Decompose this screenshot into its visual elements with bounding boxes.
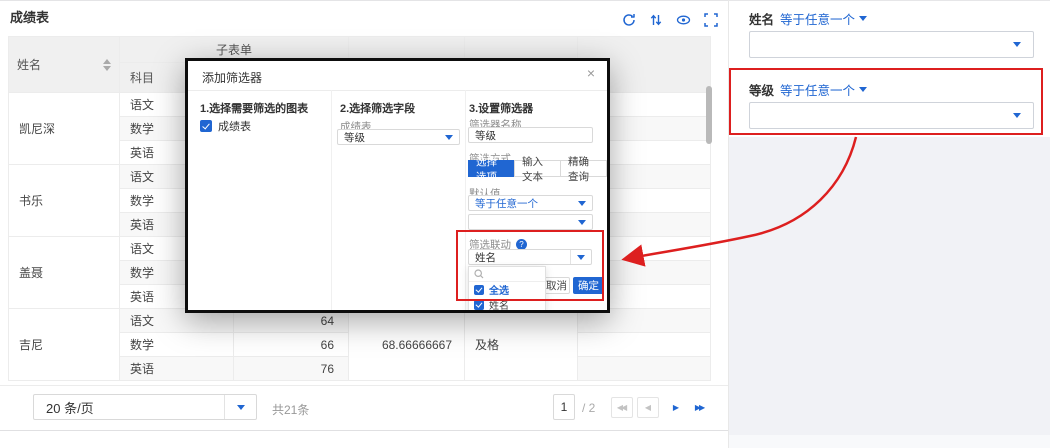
page-title: 成绩表 xyxy=(10,7,49,26)
chevron-down-icon xyxy=(570,250,591,264)
student-name-cell: 盖聂 xyxy=(9,237,120,309)
name-filter-header: 姓名 等于任意一个 xyxy=(749,9,867,28)
chevron-down-icon xyxy=(859,87,867,92)
chevron-down-icon xyxy=(578,201,586,206)
step2-title: 2.选择筛选字段 xyxy=(340,100,415,116)
table-scrollbar[interactable] xyxy=(706,86,712,144)
next-page-button[interactable]: ▶ xyxy=(665,397,687,418)
default-operator-select[interactable]: 等于任意一个 xyxy=(468,195,593,211)
sort-toggle-icon[interactable] xyxy=(103,59,111,71)
confirm-button[interactable]: 确定 xyxy=(573,277,604,294)
grade-filter-label: 等级 xyxy=(749,80,774,99)
modal-title: 添加筛选器 xyxy=(202,69,262,86)
fullscreen-icon[interactable] xyxy=(704,13,718,27)
checkbox-checked-icon[interactable] xyxy=(474,300,484,310)
sort-icon[interactable] xyxy=(649,13,663,27)
filter-panel: 姓名 等于任意一个 等级 等于任意一个 xyxy=(728,0,1050,448)
student-name-cell: 书乐 xyxy=(9,165,120,237)
last-page-button[interactable]: ▶▶ xyxy=(689,397,711,418)
page: 成绩表 姓名 子表单 平均分 xyxy=(0,0,1050,448)
chevron-down-icon xyxy=(1013,42,1021,47)
tab-select-options[interactable]: 选择选项 xyxy=(468,160,515,177)
add-filter-modal: 添加筛选器 × 1.选择需要筛选的图表 成绩表 2.选择筛选字段 成绩表 等级 … xyxy=(185,58,610,313)
grade-filter-select[interactable] xyxy=(749,102,1034,129)
step1-title: 1.选择需要筛选的图表 xyxy=(200,100,308,116)
page-number-input[interactable]: 1 xyxy=(553,394,575,420)
table-toolbar xyxy=(622,13,718,27)
checkbox-checked-icon[interactable] xyxy=(474,285,484,295)
linkage-dropdown: 全选 姓名 xyxy=(468,266,546,313)
chart-checkbox-label: 成绩表 xyxy=(218,118,251,134)
header-name[interactable]: 姓名 xyxy=(9,37,120,93)
dropdown-option-select-all[interactable]: 全选 xyxy=(469,282,545,297)
search-icon xyxy=(474,269,484,279)
tab-exact-query[interactable]: 精确查询 xyxy=(560,160,607,177)
chevron-down-icon xyxy=(1013,113,1021,118)
chevron-down-icon[interactable] xyxy=(224,395,256,419)
student-name-cell: 吉尼 xyxy=(9,309,120,381)
name-filter-select[interactable] xyxy=(749,31,1034,58)
linkage-select[interactable]: 姓名 xyxy=(468,249,592,265)
field-select[interactable]: 等级 xyxy=(337,129,460,145)
page-size-select[interactable]: 20 条/页 xyxy=(33,394,257,420)
tab-input-text[interactable]: 输入文本 xyxy=(514,160,561,177)
chevron-down-icon xyxy=(445,135,453,140)
default-value-select[interactable] xyxy=(468,214,593,230)
checkbox-checked-icon[interactable] xyxy=(200,120,212,132)
chevron-down-icon xyxy=(859,16,867,21)
student-name-cell: 凯尼深 xyxy=(9,93,120,165)
grade-filter-header: 等级 等于任意一个 xyxy=(749,80,867,99)
page-total: / 2 xyxy=(582,401,595,415)
close-icon[interactable]: × xyxy=(587,66,595,80)
chevron-down-icon xyxy=(578,220,586,225)
chart-checkbox-row[interactable]: 成绩表 xyxy=(200,118,251,134)
eye-icon[interactable] xyxy=(676,13,691,27)
filter-mode-tabs: 选择选项 输入文本 精确查询 xyxy=(468,160,607,177)
cancel-button[interactable]: 取消 xyxy=(543,277,570,294)
dropdown-search-input[interactable] xyxy=(469,267,545,282)
prev-page-button[interactable]: ◀ xyxy=(637,397,659,418)
step3-title: 3.设置筛选器 xyxy=(469,100,533,116)
total-count: 共21条 xyxy=(272,401,309,418)
name-filter-label: 姓名 xyxy=(749,9,774,28)
grade-filter-operator[interactable]: 等于任意一个 xyxy=(780,80,867,99)
filter-name-input[interactable]: 等级 xyxy=(468,127,593,143)
dropdown-option-name[interactable]: 姓名 xyxy=(469,297,545,312)
pagination-divider xyxy=(0,385,728,386)
name-filter-operator[interactable]: 等于任意一个 xyxy=(780,9,867,28)
refresh-icon[interactable] xyxy=(622,13,636,27)
first-page-button[interactable]: ◀◀ xyxy=(611,397,633,418)
